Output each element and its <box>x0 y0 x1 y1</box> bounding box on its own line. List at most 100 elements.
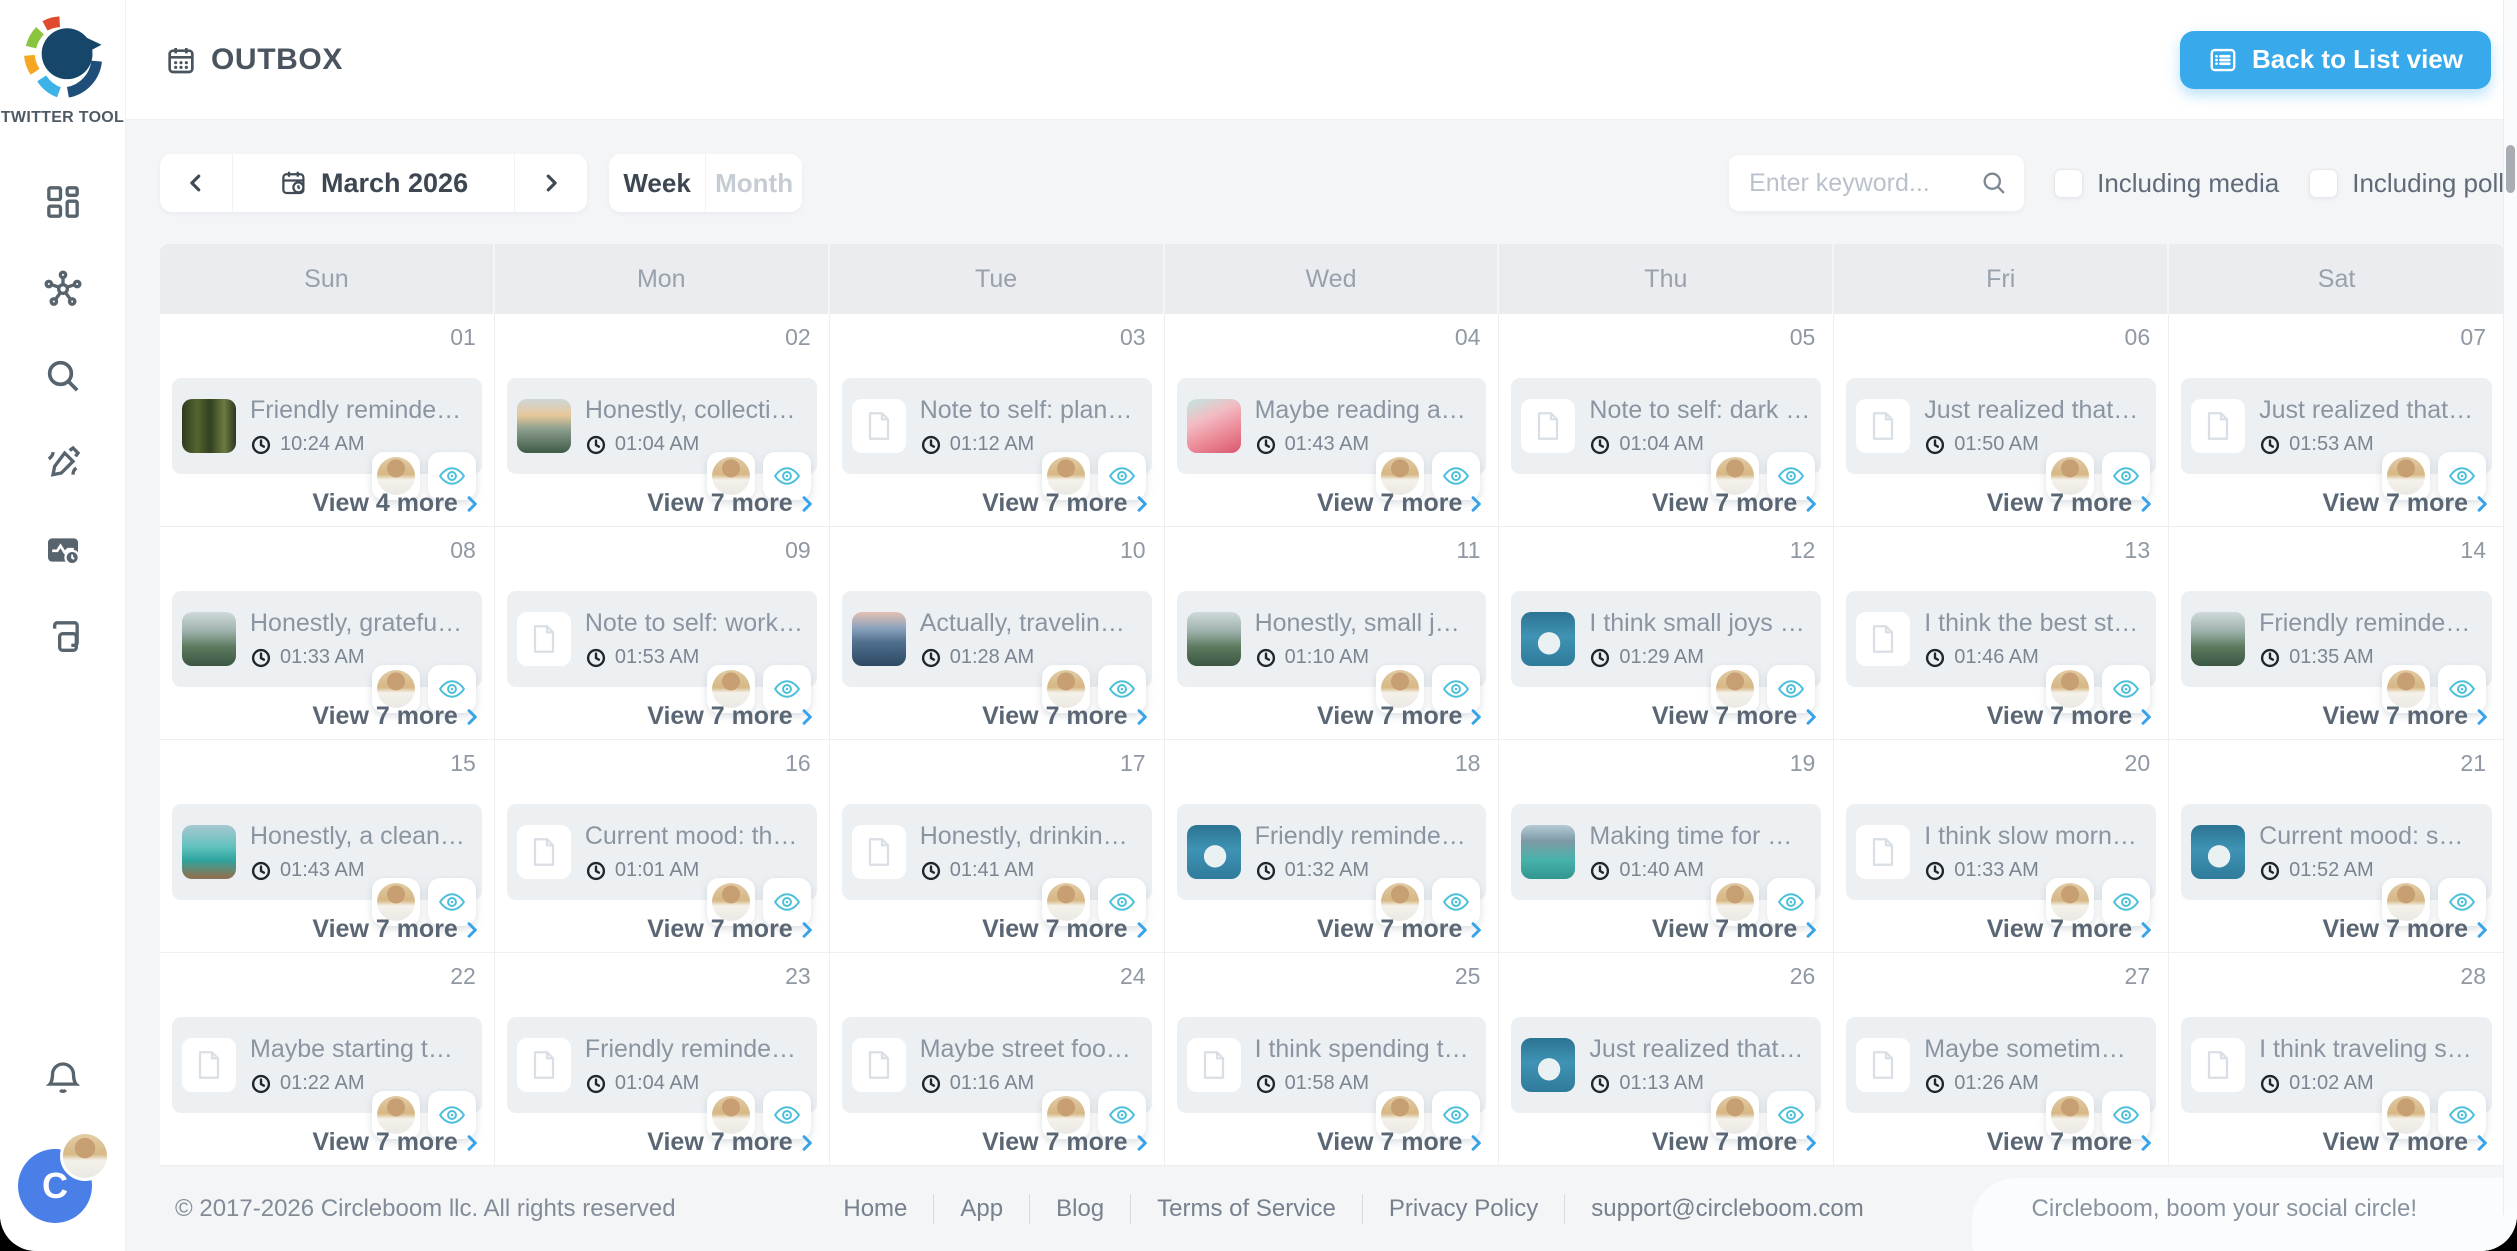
view-more-link[interactable]: View 7 more <box>982 1128 1151 1157</box>
view-more-link[interactable]: View 7 more <box>1317 702 1486 731</box>
scheduled-post[interactable]: Maybe reading a…01:43 AM <box>1177 378 1487 474</box>
view-more-link[interactable]: View 7 more <box>982 702 1151 731</box>
scheduled-post[interactable]: Actually, travelin…01:28 AM <box>842 591 1152 687</box>
user-account[interactable]: C <box>18 1149 94 1225</box>
footer-link-privacy[interactable]: Privacy Policy <box>1363 1195 1564 1223</box>
day-number: 19 <box>1790 750 1816 777</box>
scheduled-post[interactable]: Note to self: plan…01:12 AM <box>842 378 1152 474</box>
scheduled-post[interactable]: I think slow morn…01:33 AM <box>1846 804 2156 900</box>
dashboard-icon[interactable] <box>39 178 87 226</box>
search-nav-icon[interactable] <box>39 352 87 400</box>
post-title: I think small joys … <box>1589 609 1804 638</box>
view-more-link[interactable]: View 7 more <box>312 1128 481 1157</box>
scheduled-post[interactable]: Honestly, drinkin…01:41 AM <box>842 804 1152 900</box>
scheduled-post[interactable]: I think traveling s…01:02 AM <box>2181 1017 2492 1113</box>
tab-month[interactable]: Month <box>705 154 802 212</box>
post-title: Honestly, gratefu… <box>250 609 462 638</box>
day-number: 08 <box>450 537 476 564</box>
scheduled-post[interactable]: Maybe starting t…01:22 AM <box>172 1017 482 1113</box>
scheduled-post[interactable]: Current mood: th…01:01 AM <box>507 804 817 900</box>
scheduled-post[interactable]: Honestly, small j…01:10 AM <box>1177 591 1487 687</box>
calendar-day-cell: 09Note to self: work…01:53 AMView 7 more <box>495 527 830 740</box>
view-more-link[interactable]: View 7 more <box>312 915 481 944</box>
scheduled-post[interactable]: Friendly reminde…01:32 AM <box>1177 804 1487 900</box>
scheduled-post[interactable]: Making time for …01:40 AM <box>1511 804 1821 900</box>
search-icon[interactable] <box>1980 169 2008 197</box>
day-number: 26 <box>1790 963 1816 990</box>
view-more-link[interactable]: View 7 more <box>1987 915 2156 944</box>
scheduled-post[interactable]: Honestly, collecti…01:04 AM <box>507 378 817 474</box>
including-media-checkbox[interactable] <box>2054 169 2083 198</box>
view-more-link[interactable]: View 4 more <box>312 489 481 518</box>
clock-icon <box>920 434 942 456</box>
scheduled-post[interactable]: Honestly, a clean…01:43 AM <box>172 804 482 900</box>
scheduled-post[interactable]: Just realized that…01:13 AM <box>1511 1017 1821 1113</box>
scrollbar-thumb[interactable] <box>2506 145 2515 193</box>
document-icon <box>182 1038 236 1092</box>
view-more-link[interactable]: View 7 more <box>2323 489 2492 518</box>
day-number: 25 <box>1455 963 1481 990</box>
view-more-link[interactable]: View 7 more <box>647 1128 816 1157</box>
footer-link-terms[interactable]: Terms of Service <box>1131 1195 1362 1223</box>
month-picker-button[interactable]: March 2026 <box>232 154 515 212</box>
month-label: March 2026 <box>321 168 468 199</box>
view-more-link[interactable]: View 7 more <box>982 915 1151 944</box>
clock-icon <box>1255 1073 1277 1095</box>
view-more-link[interactable]: View 7 more <box>1652 702 1821 731</box>
scheduled-post[interactable]: Note to self: work…01:53 AM <box>507 591 817 687</box>
scheduled-post[interactable]: Note to self: dark …01:04 AM <box>1511 378 1821 474</box>
view-more-link[interactable]: View 7 more <box>2323 915 2492 944</box>
view-more-link[interactable]: View 7 more <box>312 702 481 731</box>
tab-week[interactable]: Week <box>609 154 705 212</box>
scheduled-post[interactable]: Honestly, gratefu…01:33 AM <box>172 591 482 687</box>
view-more-link[interactable]: View 7 more <box>1652 915 1821 944</box>
view-more-link[interactable]: View 7 more <box>647 489 816 518</box>
analytics-icon[interactable] <box>39 526 87 574</box>
scheduled-post[interactable]: Maybe sometim…01:26 AM <box>1846 1017 2156 1113</box>
view-more-link[interactable]: View 7 more <box>1317 1128 1486 1157</box>
prev-month-button[interactable] <box>160 154 232 212</box>
post-title: Note to self: work… <box>585 609 803 638</box>
collections-icon[interactable] <box>39 613 87 661</box>
back-to-list-button[interactable]: Back to List view <box>2180 31 2491 89</box>
notifications-bell-icon[interactable] <box>0 1057 125 1099</box>
view-more-link[interactable]: View 7 more <box>1317 915 1486 944</box>
scheduled-post[interactable]: Friendly reminde…10:24 AM <box>172 378 482 474</box>
view-more-link[interactable]: View 7 more <box>1317 489 1486 518</box>
scheduled-post[interactable]: Friendly reminde…01:35 AM <box>2181 591 2492 687</box>
footer-link-app[interactable]: App <box>934 1195 1029 1223</box>
view-more-link[interactable]: View 7 more <box>2323 1128 2492 1157</box>
scheduled-post[interactable]: I think small joys …01:29 AM <box>1511 591 1821 687</box>
circleboom-logo[interactable]: TWITTER TOOL <box>0 14 125 127</box>
view-more-link[interactable]: View 7 more <box>647 702 816 731</box>
calendar-day-cell: 27 Maybe sometim…01:26 AM View 7 more <box>1834 953 2169 1166</box>
including-poll-label: Including poll <box>2352 168 2504 199</box>
view-more-link[interactable]: View 7 more <box>1652 1128 1821 1157</box>
scheduled-post[interactable]: Friendly reminde…01:04 AM <box>507 1017 817 1113</box>
scheduled-post[interactable]: Maybe street foo…01:16 AM <box>842 1017 1152 1113</box>
view-more-link[interactable]: View 7 more <box>1987 489 2156 518</box>
create-post-icon[interactable] <box>39 439 87 487</box>
scheduled-post[interactable]: Just realized that…01:53 AM <box>2181 378 2492 474</box>
clock-icon <box>920 860 942 882</box>
view-more-link[interactable]: View 7 more <box>1987 702 2156 731</box>
view-more-link[interactable]: View 7 more <box>647 915 816 944</box>
scheduled-post[interactable]: I think the best st…01:46 AM <box>1846 591 2156 687</box>
clock-icon <box>1924 860 1946 882</box>
view-more-link[interactable]: View 7 more <box>1987 1128 2156 1157</box>
scheduled-post[interactable]: Current mood: s…01:52 AM <box>2181 804 2492 900</box>
footer-link-blog[interactable]: Blog <box>1030 1195 1130 1223</box>
view-more-link[interactable]: View 7 more <box>2323 702 2492 731</box>
day-number: 27 <box>2125 963 2151 990</box>
connections-icon[interactable] <box>39 265 87 313</box>
footer-link-home[interactable]: Home <box>817 1195 933 1223</box>
view-more-link[interactable]: View 7 more <box>1652 489 1821 518</box>
clock-icon <box>1589 1073 1611 1095</box>
next-month-button[interactable] <box>515 154 587 212</box>
scheduled-post[interactable]: Just realized that…01:50 AM <box>1846 378 2156 474</box>
footer-link-support-email[interactable]: support@circleboom.com <box>1565 1195 1889 1223</box>
including-poll-checkbox[interactable] <box>2309 169 2338 198</box>
calendar-clock-icon <box>279 168 309 198</box>
scheduled-post[interactable]: I think spending t…01:58 AM <box>1177 1017 1487 1113</box>
view-more-link[interactable]: View 7 more <box>982 489 1151 518</box>
